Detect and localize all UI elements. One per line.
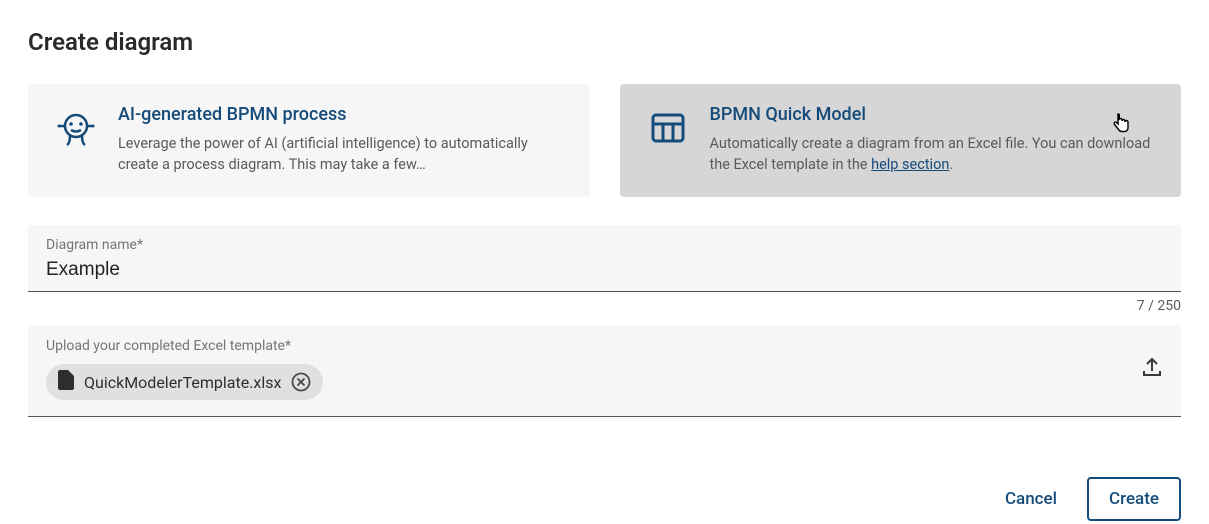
card-ai-title: AI-generated BPMN process	[118, 104, 562, 125]
upload-template-field[interactable]: Upload your completed Excel template* Qu…	[28, 326, 1181, 417]
file-chip: QuickModelerTemplate.xlsx	[46, 364, 323, 400]
diagram-name-field[interactable]: Diagram name*	[28, 225, 1181, 292]
option-cards-row: AI-generated BPMN process Leverage the p…	[28, 84, 1181, 197]
file-icon	[58, 370, 74, 394]
upload-label: Upload your completed Excel template*	[46, 338, 1129, 354]
diagram-name-input[interactable]	[46, 257, 1163, 283]
dialog-footer: Cancel Create	[28, 477, 1181, 521]
help-section-link[interactable]: help section	[871, 156, 949, 173]
card-ai-generated[interactable]: AI-generated BPMN process Leverage the p…	[28, 84, 590, 197]
card-bpmn-quick-model[interactable]: BPMN Quick Model Automatically create a …	[620, 84, 1182, 197]
cancel-button[interactable]: Cancel	[997, 481, 1065, 517]
card-ai-description: Leverage the power of AI (artificial int…	[118, 133, 562, 175]
pointer-cursor-icon	[1111, 112, 1131, 138]
robot-icon	[56, 104, 96, 175]
card-quick-desc-post: .	[949, 156, 953, 173]
char-counter: 7 / 250	[28, 298, 1181, 314]
file-chip-name: QuickModelerTemplate.xlsx	[84, 373, 281, 392]
page-title: Create diagram	[28, 28, 1181, 56]
remove-file-button[interactable]	[291, 372, 311, 392]
diagram-name-label: Diagram name*	[46, 237, 1163, 253]
card-quick-title: BPMN Quick Model	[710, 104, 1154, 125]
table-icon	[648, 104, 688, 175]
upload-icon[interactable]	[1141, 338, 1163, 382]
card-quick-description: Automatically create a diagram from an E…	[710, 133, 1154, 175]
create-button[interactable]: Create	[1087, 477, 1181, 521]
